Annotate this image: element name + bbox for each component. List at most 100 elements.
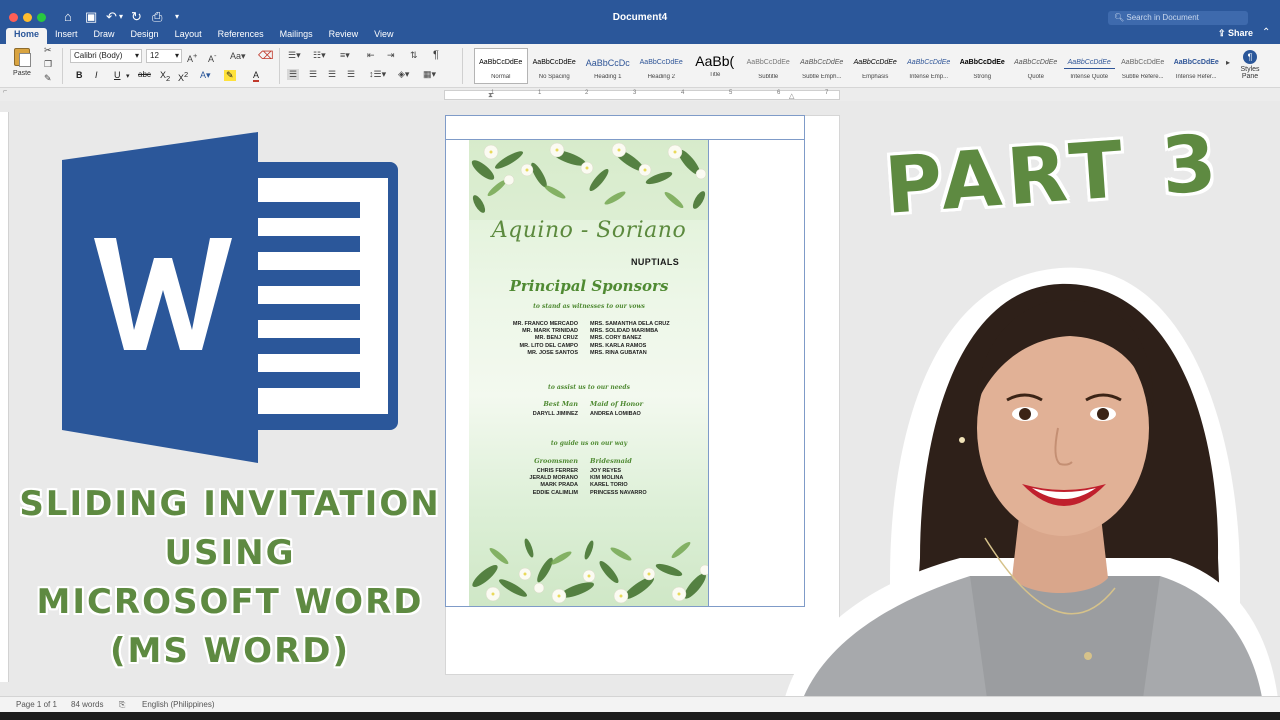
- shrink-font-icon[interactable]: A-: [208, 51, 217, 64]
- bridesmaid-label: Bridesmaid: [590, 457, 632, 465]
- justify-icon[interactable]: ☰: [347, 69, 355, 80]
- female-sponsors-list: MRS. SAMANTHA DELA CRUZ MRS. SOLIDAD MAR…: [590, 321, 670, 357]
- thumbnail-title-line: USING: [164, 533, 296, 573]
- style-subtle-emphasis[interactable]: AaBbCcDdEe Subtle Emph...: [795, 48, 849, 84]
- subscript-icon[interactable]: X2: [160, 70, 170, 83]
- invitation-card[interactable]: Aquino - Soriano NUPTIALS Principal Spon…: [469, 140, 709, 606]
- numbering-icon[interactable]: ☷▾: [313, 50, 326, 61]
- style-label: Subtle Emph...: [802, 74, 842, 80]
- cut-icon[interactable]: ✂: [44, 45, 52, 56]
- font-size-select[interactable]: 12 ▾: [146, 49, 182, 63]
- indent-marker-icon[interactable]: ⧗: [488, 92, 493, 100]
- tab-design[interactable]: Design: [123, 28, 167, 44]
- grow-font-icon[interactable]: A+: [187, 51, 197, 64]
- microsoft-word-logo: [62, 132, 398, 463]
- maid-of-honor-name: ANDREA LOMIBAO: [590, 411, 641, 417]
- style-subtle-reference[interactable]: AaBbCcDdEe Subtle Refere...: [1116, 48, 1170, 84]
- multilevel-list-icon[interactable]: ≡▾: [340, 50, 350, 61]
- style-label: Normal: [491, 74, 511, 80]
- tab-insert[interactable]: Insert: [47, 28, 86, 44]
- language-indicator[interactable]: English (Philippines): [142, 700, 214, 709]
- groomsman-name: EDDIE CALIMLIM: [532, 489, 578, 496]
- tab-view[interactable]: View: [366, 28, 401, 44]
- highlight-icon[interactable]: ✎: [224, 70, 236, 81]
- borders-icon[interactable]: ▦▾: [423, 69, 436, 80]
- show-paragraph-marks-icon[interactable]: ¶: [433, 49, 439, 61]
- change-case-icon[interactable]: Aa▾: [230, 51, 246, 62]
- paste-button[interactable]: Paste: [9, 48, 35, 84]
- styles-pane-button[interactable]: ¶ Styles Pane: [1236, 48, 1264, 80]
- ruler-tick-label: 7: [825, 90, 829, 96]
- divider: [279, 48, 280, 84]
- couple-names: Aquino - Soriano: [491, 218, 687, 243]
- share-button[interactable]: ⇪ Share: [1218, 28, 1253, 39]
- align-right-icon[interactable]: ☰: [328, 69, 336, 80]
- font-name-value: Calibri (Body): [74, 51, 123, 60]
- underline-dropdown-icon[interactable]: ▾: [126, 72, 130, 80]
- sort-icon[interactable]: ⇅: [410, 50, 418, 61]
- right-indent-marker-icon[interactable]: △: [789, 92, 794, 100]
- font-name-select[interactable]: Calibri (Body) ▾: [70, 49, 142, 63]
- male-sponsors-list: MR. FRANCO MERCADO MR. MARK TRINIDAD MR.…: [513, 321, 578, 357]
- style-label: Quote: [1027, 74, 1044, 80]
- search-placeholder: Search in Document: [1126, 13, 1199, 22]
- style-subtitle[interactable]: AaBbCcDdEe Subtitle: [742, 48, 796, 84]
- increase-indent-icon[interactable]: ⇥: [387, 50, 395, 61]
- format-painter-icon[interactable]: ✎: [44, 73, 52, 84]
- groomsman-name: JERALD MORANO: [529, 475, 578, 482]
- tab-draw[interactable]: Draw: [86, 28, 123, 44]
- clear-formatting-icon[interactable]: ⌫: [258, 49, 274, 62]
- bridesmaid-name: PRINCESS NAVARRO: [590, 489, 647, 496]
- style-heading-2[interactable]: AaBbCcDdEe Heading 2: [635, 48, 689, 84]
- tab-mailings[interactable]: Mailings: [272, 28, 321, 44]
- style-intense-emphasis[interactable]: AaBbCcDdEe Intense Emp...: [902, 48, 956, 84]
- style-heading-1[interactable]: AaBbCcDc Heading 1: [581, 48, 635, 84]
- style-sample: AaBbCcDdEe: [800, 59, 844, 66]
- style-normal[interactable]: AaBbCcDdEe Normal: [474, 48, 528, 84]
- collapse-ribbon-icon[interactable]: ⌃: [1262, 27, 1270, 38]
- strikethrough-icon[interactable]: abc: [138, 70, 151, 79]
- style-no-spacing[interactable]: AaBbCcDdEe No Spacing: [528, 48, 582, 84]
- tab-home[interactable]: Home: [6, 28, 48, 44]
- font-color-icon[interactable]: A: [253, 70, 260, 82]
- style-title[interactable]: AaBb(Title: [688, 48, 742, 84]
- document-title: Document4: [612, 12, 668, 23]
- sponsor-name: MR. FRANCO MERCADO: [512, 321, 578, 327]
- tab-review[interactable]: Review: [321, 28, 367, 44]
- assist-subtitle: to assist us to our needs: [548, 384, 630, 391]
- tab-references[interactable]: References: [210, 28, 272, 44]
- align-left-icon[interactable]: ☰: [287, 69, 300, 80]
- proofing-icon[interactable]: ⎘: [119, 700, 125, 710]
- style-intense-quote[interactable]: AaBbCcDdEe Intense Quote: [1063, 48, 1117, 84]
- sponsor-name: MRS. SAMANTHA DELA CRUZ: [590, 321, 670, 327]
- copy-icon[interactable]: ❐: [44, 59, 52, 70]
- status-bar: Page 1 of 1 84 words ⎘ English (Philippi…: [0, 696, 1280, 712]
- style-emphasis[interactable]: AaBbCcDdEe Emphasis: [849, 48, 903, 84]
- style-label: Heading 2: [647, 74, 675, 80]
- underline-icon[interactable]: U: [114, 70, 121, 80]
- ribbon-tabs: Home Insert Draw Design Layout Reference…: [6, 28, 402, 44]
- bullets-icon[interactable]: ☰▾: [288, 50, 301, 61]
- line-spacing-icon[interactable]: ↕☰▾: [369, 69, 386, 80]
- tab-selector-icon[interactable]: ⌐: [3, 88, 7, 95]
- superscript-icon[interactable]: X2: [178, 70, 188, 83]
- word-count[interactable]: 84 words: [71, 700, 103, 709]
- ruler-tick-label: 3: [633, 90, 637, 96]
- text-effects-icon[interactable]: A▾: [200, 70, 211, 81]
- style-intense-reference[interactable]: AaBbCcDdEe Intense Refer...: [1170, 48, 1224, 84]
- align-center-icon[interactable]: ☰: [309, 69, 317, 80]
- page-count[interactable]: Page 1 of 1: [16, 700, 57, 709]
- style-strong[interactable]: AaBbCcDdEe Strong: [956, 48, 1010, 84]
- style-quote[interactable]: AaBbCcDdEe Quote: [1009, 48, 1063, 84]
- horizontal-ruler[interactable]: 1 1 2 3 4 5 6 7 ⧗ △: [444, 90, 840, 100]
- ruler-tick-label: 1: [538, 90, 542, 96]
- decrease-indent-icon[interactable]: ⇤: [367, 50, 375, 61]
- tab-layout[interactable]: Layout: [167, 28, 210, 44]
- share-label: Share: [1228, 28, 1254, 38]
- styles-more-icon[interactable]: ▸: [1226, 58, 1230, 67]
- bold-icon[interactable]: B: [76, 70, 83, 80]
- best-man-name: DARYLL JIMINEZ: [532, 411, 578, 417]
- italic-icon[interactable]: I: [95, 70, 98, 80]
- search-input[interactable]: 🔍︎ Search in Document: [1108, 11, 1248, 25]
- shading-icon[interactable]: ◈▾: [398, 69, 409, 80]
